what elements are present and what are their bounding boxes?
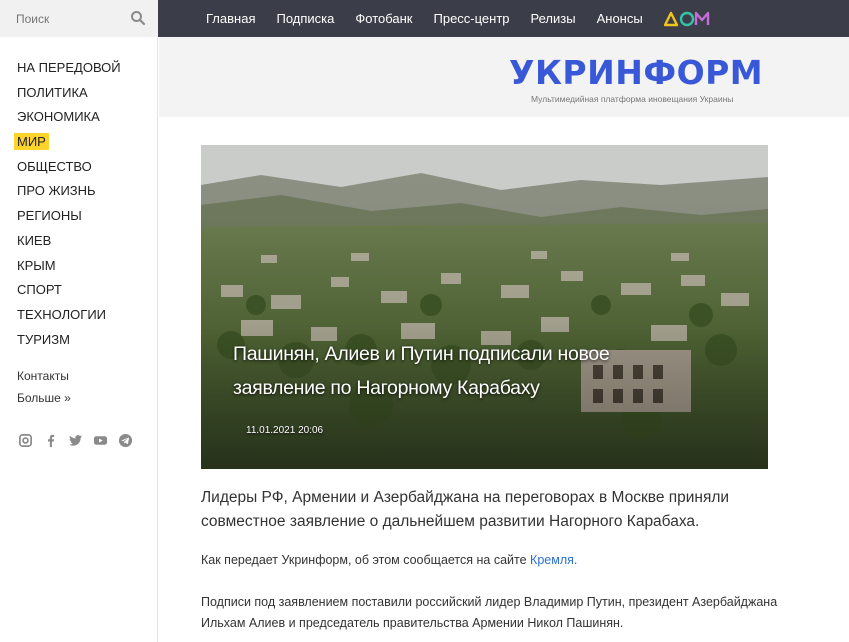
hero-image[interactable]: Пашинян, Алиев и Путин подписали новое з… — [201, 145, 768, 469]
sidebar-item-ekonomika[interactable]: ЭКОНОМИКА — [0, 107, 158, 132]
telegram-icon[interactable] — [118, 433, 133, 448]
sidebar-item-label: КИЕВ — [17, 232, 52, 248]
sidebar-item-na-peredovoy[interactable]: НА ПЕРЕДОВОЙ — [0, 58, 158, 83]
article-paragraph-2: Подписи под заявлением поставили российс… — [201, 595, 778, 630]
site-header: УКРИНФОРМ Мультимедийная платформа инове… — [159, 37, 849, 117]
sidebar-item-krym[interactable]: КРЫМ — [0, 256, 158, 281]
topnav-subscription[interactable]: Подписка — [276, 11, 334, 26]
sidebar-item-label: ПОЛИТИКА — [17, 84, 88, 100]
topnav-home[interactable]: Главная — [206, 11, 255, 26]
sidebar-item-kiev[interactable]: КИЕВ — [0, 231, 158, 256]
paragraph-text: Как передает Укринформ, об этом сообщает… — [201, 553, 531, 567]
sidebar-item-label: КРЫМ — [17, 257, 56, 273]
hero-photo — [201, 145, 768, 469]
contacts-link[interactable]: Контакты — [17, 368, 71, 390]
sidebar-item-label: МИР — [14, 133, 49, 151]
sidebar-item-sport[interactable]: СПОРТ — [0, 280, 158, 305]
search-input[interactable] — [16, 11, 116, 26]
dom-logo-icon[interactable] — [663, 10, 710, 28]
sidebar-item-pro-zhizn[interactable]: ПРО ЖИЗНЬ — [0, 181, 158, 206]
facebook-icon[interactable] — [43, 433, 58, 448]
top-navigation: Главная Подписка Фотобанк Пресс-центр Ре… — [158, 0, 849, 37]
topnav-releases[interactable]: Релизы — [531, 11, 576, 26]
sidebar-item-label: РЕГИОНЫ — [17, 208, 82, 224]
sidebar-item-regiony[interactable]: РЕГИОНЫ — [0, 206, 158, 231]
article-date: 11.01.2021 20:06 — [246, 425, 324, 436]
sidebar-item-tekhnologii[interactable]: ТЕХНОЛОГИИ — [0, 305, 158, 330]
topnav-press-center[interactable]: Пресс-центр — [434, 11, 510, 26]
sidebar-item-politika[interactable]: ПОЛИТИКА — [0, 83, 158, 108]
twitter-icon[interactable] — [68, 433, 83, 448]
sidebar-item-turizm[interactable]: ТУРИЗМ — [0, 330, 158, 355]
sidebar-nav: НА ПЕРЕДОВОЙ ПОЛИТИКА ЭКОНОМИКА МИР ОБЩЕ… — [0, 58, 158, 354]
more-link[interactable]: Больше » — [17, 390, 71, 412]
sidebar-item-obshchestvo[interactable]: ОБЩЕСТВО — [0, 157, 158, 182]
topnav-announcements[interactable]: Анонсы — [597, 11, 643, 26]
article-paragraph-1: Как передает Укринформ, об этом сообщает… — [201, 550, 781, 571]
sidebar-item-label: СПОРТ — [17, 282, 62, 298]
article-title: Пашинян, Алиев и Путин подписали новое з… — [233, 343, 610, 399]
youtube-icon[interactable] — [93, 433, 108, 448]
ukrinform-logo[interactable]: УКРИНФОРМ — [509, 55, 763, 91]
sidebar-item-label: ПРО ЖИЗНЬ — [17, 183, 96, 199]
search-icon[interactable] — [130, 10, 146, 26]
sidebar-item-label: ОБЩЕСТВО — [17, 158, 92, 174]
kremlin-link[interactable]: Кремля. — [530, 553, 577, 567]
instagram-icon[interactable] — [18, 433, 33, 448]
sidebar-item-mir[interactable]: МИР — [0, 132, 158, 157]
article-lead: Лидеры РФ, Армении и Азербайджана на пер… — [201, 489, 730, 530]
sidebar: НА ПЕРЕДОВОЙ ПОЛИТИКА ЭКОНОМИКА МИР ОБЩЕ… — [0, 0, 158, 642]
sidebar-item-label: ТЕХНОЛОГИИ — [17, 306, 107, 322]
sidebar-sub-links: Контакты Больше » — [17, 368, 71, 412]
sidebar-item-label: НА ПЕРЕДОВОЙ — [17, 60, 121, 75]
sidebar-item-label: ЭКОНОМИКА — [17, 109, 100, 125]
site-tagline: Мультимедийная платформа иновещания Укра… — [531, 94, 734, 104]
topnav-photobank[interactable]: Фотобанк — [355, 11, 412, 26]
social-links — [18, 433, 133, 448]
search-bar — [0, 0, 158, 37]
sidebar-item-label: ТУРИЗМ — [17, 331, 70, 347]
